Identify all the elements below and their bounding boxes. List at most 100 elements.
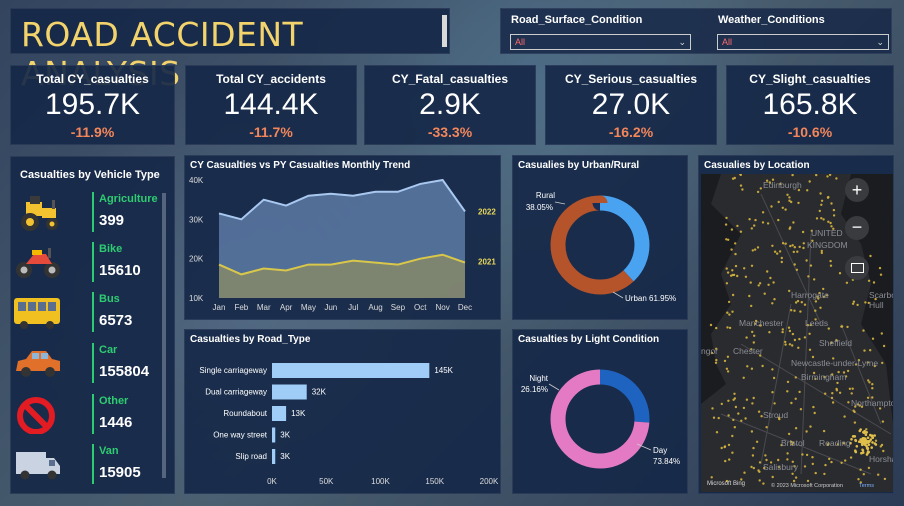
vehicle-row-bike[interactable]: Bike 15610 [12,240,162,286]
casualty-point [758,479,761,482]
vehicle-row-car[interactable]: Car 155804 [12,341,162,387]
casualty-point [877,473,880,476]
casualty-point [793,338,797,342]
casualty-point [800,301,803,304]
zoom-in-icon[interactable]: + [845,178,869,202]
casualty-point [791,472,794,475]
casualty-point [730,228,734,231]
casualty-point [863,429,866,433]
casualty-point [752,341,755,344]
x-tick-label: Dec [458,303,472,312]
vehicle-list-scrollbar[interactable] [162,193,166,478]
vehicle-accent-bar [92,292,94,332]
casualty-point [815,174,818,177]
kpi-change: -10.6% [787,124,833,140]
casualty-point [854,439,858,443]
casualty-point [726,326,729,329]
vehicle-row-agriculture[interactable]: Agriculture 399 [12,190,162,236]
casualty-point [772,376,776,380]
x-tick-label: Apr [280,303,293,312]
x-tick-label: Sep [391,303,406,312]
casualty-point [749,281,752,284]
map-terms-link[interactable]: Terms [859,483,874,489]
casualty-point [882,344,886,348]
casualty-point [764,454,767,457]
casualty-point [879,273,883,276]
casualty-point [829,264,833,267]
casualty-point [761,364,764,368]
casualty-point [787,432,791,436]
casualty-point [740,419,743,422]
casualty-point [838,391,842,394]
casualty-point [794,427,798,430]
donut-label-value: 61.95% [649,294,676,303]
casualty-point [867,279,871,282]
casualty-point [867,466,871,470]
zoom-out-icon[interactable]: − [845,216,869,240]
casualty-point [786,452,789,455]
bar-single-carriageway [272,363,430,378]
casualty-point [880,332,883,335]
casualty-point [846,325,849,329]
vehicle-accent-bar [92,394,94,434]
casualty-point [879,445,882,448]
casualty-point [802,246,805,250]
y-tick-label: 30K [189,215,204,224]
casualty-point [808,332,811,335]
kpi-card-fatal: CY_Fatal_casualties 2.9K -33.3% [364,65,536,145]
casualty-point [781,330,784,334]
casualty-point [734,264,738,268]
casualty-point [805,453,809,457]
casualty-point [795,268,799,271]
casualty-point [767,283,770,286]
bar-slip-road [272,449,276,464]
donut-label-name: Rural [536,191,555,200]
casualty-point [786,390,789,393]
casualty-point [763,292,766,295]
casualty-point [731,177,735,180]
map-place-label: Hull [869,300,884,310]
bar-value-label: 13K [291,409,306,418]
casualty-point [773,298,776,301]
casualty-point [791,244,794,247]
road-type-panel: Casualties by Road_Type Single carriagew… [184,329,501,494]
donut-label-name: Day [653,446,667,455]
casualty-point [798,337,801,341]
x-tick-label: Aug [368,303,382,312]
select-area-icon[interactable] [845,256,869,280]
weather-dropdown[interactable]: All ⌄ [717,34,889,50]
casualty-point [851,302,855,305]
bar-category-label: One way street [213,431,268,440]
vehicle-label: Van [99,445,119,457]
casualty-point [814,471,817,475]
casualty-point [756,246,760,249]
casualty-point [737,412,740,415]
map-place-label: Sheffield [819,338,852,348]
vehicle-label: Car [99,344,118,356]
map-place-label: Manchester [739,318,784,328]
casualty-point [786,458,789,461]
casualty-point [750,304,753,308]
bar-roundabout [272,406,287,421]
casualty-point [750,430,754,433]
y-tick-label: 10K [189,294,204,303]
road-surface-dropdown[interactable]: All ⌄ [510,34,691,50]
casualty-point [768,331,771,334]
no-entry-icon [17,397,55,434]
casualty-point [788,343,792,346]
vehicle-row-bus[interactable]: Bus 6573 [12,290,162,336]
vehicle-row-other[interactable]: Other 1446 [12,392,162,438]
casualty-point [865,428,868,431]
casualty-point [803,303,807,306]
bar-one-way-street [272,427,276,443]
casualty-point [831,392,834,395]
casualty-point [784,208,787,211]
casualty-point [868,440,871,443]
road-surface-value: All [515,37,526,47]
casualty-point [769,276,772,280]
casualty-point [717,416,720,420]
monthly-trend-panel: CY Casualties vs PY Casualties Monthly T… [184,155,501,320]
map-place-label: Harrogate [791,290,829,300]
vehicle-row-van[interactable]: Van 15905 [12,442,162,488]
casualty-point [761,221,765,224]
